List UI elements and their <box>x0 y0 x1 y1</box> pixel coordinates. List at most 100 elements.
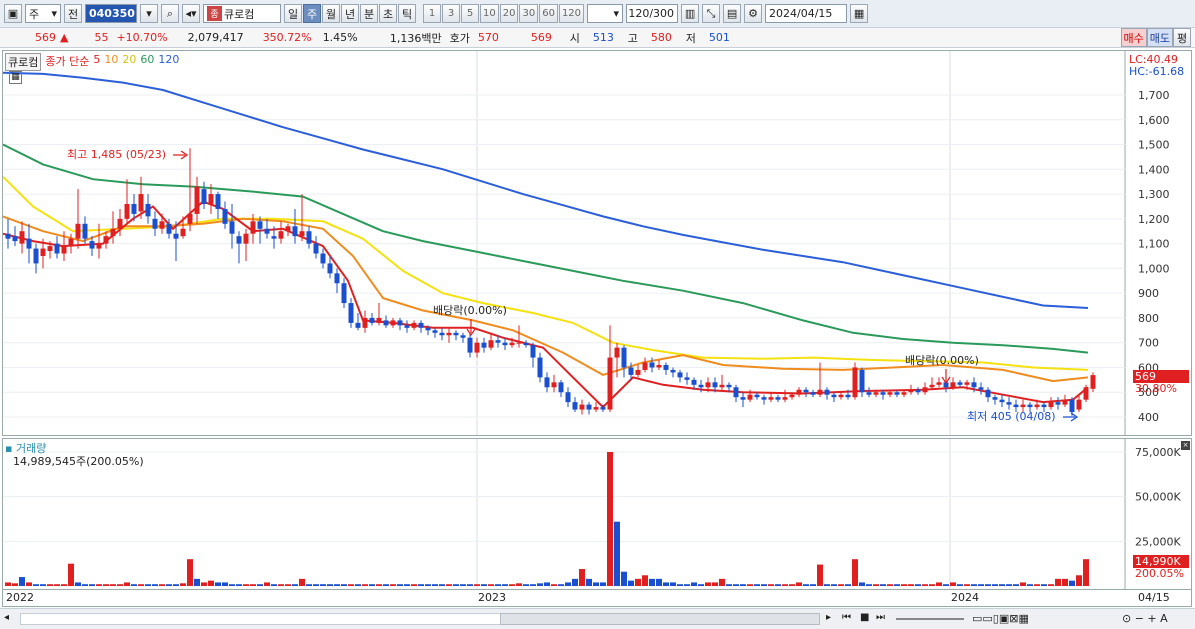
code-dropdown-icon[interactable]: ▾ <box>140 4 158 23</box>
toolbar: ▣ 주 ▾ 전 040350 ▾ ⌕ ◂▾ 종 큐로컴 일 주 월 년 분 초 틱 … <box>0 0 1195 28</box>
volume-bar <box>775 584 781 586</box>
stock-name-tag: 큐로컴 <box>5 53 42 71</box>
volume-bar <box>194 578 200 586</box>
draw-tool-icon[interactable]: ⤡ <box>702 4 721 23</box>
volume-bar <box>138 584 144 586</box>
volume-bar <box>425 584 431 586</box>
volume-bar <box>579 569 585 586</box>
price-tick-label: 800 <box>1138 312 1159 325</box>
volume-bar <box>894 584 900 586</box>
volume-bar <box>54 584 60 586</box>
prev-button[interactable]: 전 <box>64 4 82 23</box>
quote-bar: 569 ▲ 55 +10.70% 2,079,417 350.72% 1.45%… <box>0 28 1195 48</box>
interval-3[interactable]: 3 <box>442 4 460 23</box>
grid-icon[interactable]: ▦ <box>9 71 22 84</box>
volume-bar <box>446 584 452 586</box>
market-select[interactable]: 주 ▾ <box>25 4 61 23</box>
tab-year[interactable]: 년 <box>341 4 359 23</box>
forward-icon[interactable]: ⏭ <box>876 612 885 623</box>
dividend-annotation-1: 배당락(0.00%) <box>433 304 507 317</box>
chart-scrollbar[interactable]: ◂ ▸ ⏮ ■ ⏭ ▭▭▯▣⊠▦ ⊙ − + A <box>0 608 1195 629</box>
interval-custom-select[interactable]: ▾ <box>587 4 624 23</box>
stock-name-field[interactable]: 종 큐로컴 <box>203 4 281 23</box>
candle-type-icon[interactable]: ▥ <box>681 4 700 23</box>
candle-body <box>824 389 830 395</box>
window-icon[interactable]: ▣ <box>4 4 22 23</box>
save-icon[interactable]: ▤ <box>723 4 742 23</box>
tab-second[interactable]: 초 <box>379 4 397 23</box>
candle-body <box>803 389 809 393</box>
volume-bar <box>229 584 235 586</box>
scroll-right-icon[interactable]: ▸ <box>826 612 831 623</box>
interval-5[interactable]: 5 <box>461 4 479 23</box>
volume-bar <box>166 584 172 586</box>
gear-icon[interactable]: ⚙ <box>744 4 763 23</box>
candle-body <box>390 320 396 326</box>
legend-ma10: 10 <box>104 53 119 66</box>
volume-bar <box>523 584 529 586</box>
interval-60[interactable]: 60 <box>539 4 558 23</box>
price-tick-label: 1,300 <box>1138 188 1170 201</box>
interval-1[interactable]: 1 <box>423 4 441 23</box>
date-field[interactable]: 2024/04/15 <box>765 4 848 23</box>
candle-body <box>677 372 683 378</box>
volume-chart-panel[interactable]: 25,000K 50,000K 75,000K ▪ 거래량 14,989,545주(… <box>2 438 1192 590</box>
candle-body <box>971 382 977 388</box>
volume-bar <box>929 584 935 586</box>
close-icon[interactable]: × <box>1181 441 1190 450</box>
eval-button[interactable]: 평 <box>1173 28 1191 47</box>
volume-bar <box>663 582 669 586</box>
price-chart-panel[interactable]: 400 500 600 700 800 900 1,000 1,100 1,200 1,300 1,… <box>2 50 1192 436</box>
period-tabs: 일 주 월 년 분 초 틱 <box>284 4 416 23</box>
candle-body <box>887 392 893 395</box>
candle-body <box>201 189 207 204</box>
candle-body <box>453 332 459 336</box>
tab-day[interactable]: 일 <box>284 4 302 23</box>
volume-bar <box>824 584 830 586</box>
interval-120[interactable]: 120 <box>558 4 585 23</box>
volume-bar <box>124 582 130 586</box>
rewind-icon[interactable]: ⏮ <box>842 612 851 623</box>
tab-tick[interactable]: 틱 <box>398 4 416 23</box>
candle-body <box>915 389 921 393</box>
volume-bar <box>376 584 382 586</box>
sound-icon[interactable]: ◂▾ <box>182 4 200 23</box>
candle-body <box>467 337 473 353</box>
search-icon[interactable]: ⌕ <box>161 4 179 23</box>
view-icons[interactable]: ▭▭▯▣⊠▦ <box>972 612 1029 625</box>
zoom-icons[interactable]: ⊙ − + A <box>1122 612 1168 625</box>
volume-bar <box>320 584 326 586</box>
tab-week[interactable]: 주 <box>303 4 321 23</box>
count-field[interactable]: 120/300 <box>626 4 679 23</box>
candle-body <box>635 369 641 375</box>
volume-bar <box>901 584 907 586</box>
candle-body <box>838 394 844 398</box>
volume-bar <box>1013 584 1019 586</box>
candle-body <box>103 236 109 244</box>
interval-20[interactable]: 20 <box>499 4 519 23</box>
interval-30[interactable]: 30 <box>519 4 539 23</box>
volume-bar <box>327 584 333 586</box>
scroll-thumb[interactable] <box>500 613 820 625</box>
stop-icon[interactable]: ■ <box>860 612 869 623</box>
stock-code-input[interactable]: 040350 <box>85 4 137 23</box>
scroll-left-icon[interactable]: ◂ <box>4 612 9 623</box>
tab-minute[interactable]: 분 <box>360 4 378 23</box>
zoom-slider[interactable] <box>896 618 964 620</box>
candle-body <box>299 231 305 237</box>
volume-bar <box>75 582 81 586</box>
tab-month[interactable]: 월 <box>322 4 340 23</box>
buy-button[interactable]: 매수 <box>1120 28 1147 47</box>
candle-body <box>173 233 179 239</box>
candle-body <box>684 377 690 380</box>
candle-body <box>768 397 774 400</box>
candle-body <box>544 377 550 388</box>
volume-bar <box>61 584 67 586</box>
candle-body <box>61 246 67 254</box>
sell-button[interactable]: 매도 <box>1146 28 1173 47</box>
interval-10[interactable]: 10 <box>480 4 499 23</box>
candle-body <box>110 228 116 237</box>
candle-body <box>698 384 704 388</box>
calendar-icon[interactable]: ▦ <box>850 4 869 23</box>
volume-bar <box>362 584 368 586</box>
